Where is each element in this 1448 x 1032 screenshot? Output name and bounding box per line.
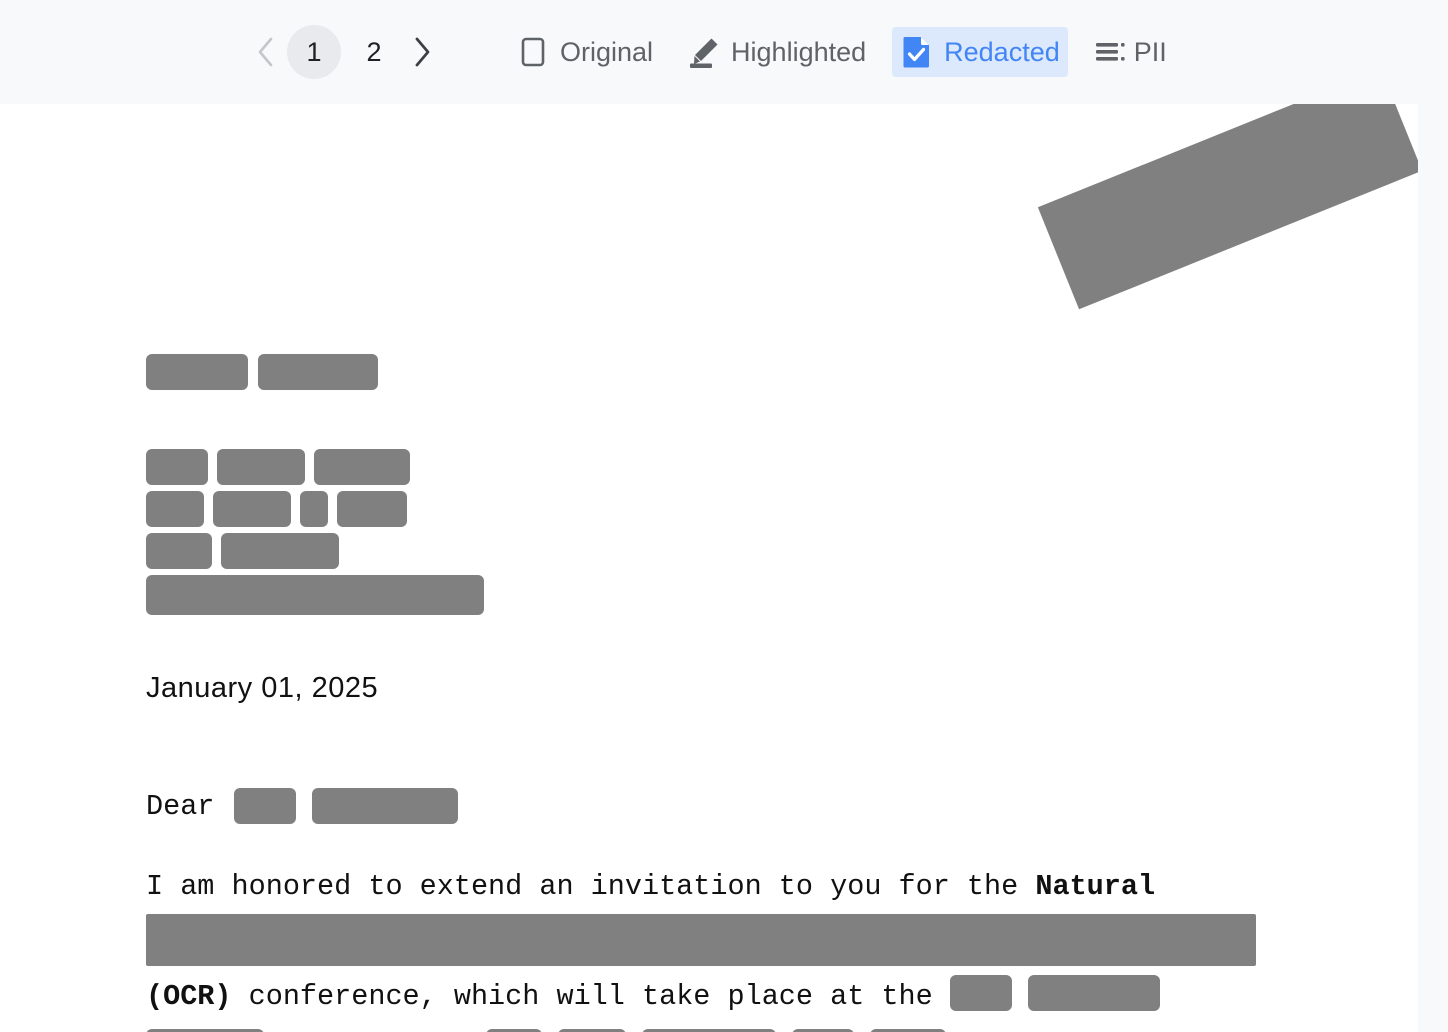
page-number-1[interactable]: 1 bbox=[287, 25, 341, 79]
redaction-block bbox=[314, 449, 410, 485]
redaction-block bbox=[146, 533, 212, 569]
salutation-prefix: Dear bbox=[146, 790, 215, 823]
paragraph-line-4: , located at , on March 15, bbox=[146, 1024, 1326, 1032]
page-right-gutter bbox=[1418, 104, 1448, 1032]
viewer-toolbar: 1 2 Original Highlighted Redacted PII bbox=[0, 0, 1448, 104]
redaction-block bbox=[300, 491, 328, 527]
redaction-block bbox=[217, 449, 305, 485]
address-row bbox=[146, 491, 493, 533]
address-row bbox=[146, 575, 493, 621]
document-page: January 01, 2025 Dear I am honored to ex… bbox=[0, 104, 1418, 1032]
document-outline-icon bbox=[516, 35, 550, 69]
mode-label-highlighted: Highlighted bbox=[731, 36, 867, 67]
mode-label-redacted: Redacted bbox=[944, 36, 1060, 67]
paragraph-line-3-text: conference, which will take place at the bbox=[231, 980, 950, 1013]
page-number-2[interactable]: 2 bbox=[347, 25, 401, 79]
chevron-left-icon[interactable] bbox=[248, 30, 284, 74]
redaction-block bbox=[258, 354, 378, 390]
redaction-block bbox=[213, 491, 291, 527]
redacted-stamp bbox=[1037, 104, 1418, 310]
chevron-right-icon[interactable] bbox=[404, 30, 440, 74]
redaction-block bbox=[221, 533, 339, 569]
letter-body: Dear I am honored to extend an invitatio… bbox=[146, 780, 1326, 1032]
redaction-viewer-app: 1 2 Original Highlighted Redacted PII Ja… bbox=[0, 0, 1448, 1032]
redaction-block bbox=[234, 788, 297, 825]
paragraph-line-1-text: I am honored to extend an invitation to … bbox=[146, 870, 1036, 903]
mode-button-highlighted[interactable]: Highlighted bbox=[679, 27, 874, 77]
redaction-block bbox=[949, 975, 1012, 1012]
mode-button-redacted[interactable]: Redacted bbox=[892, 27, 1068, 77]
redaction-block bbox=[146, 575, 484, 615]
sender-name-redactions bbox=[146, 354, 388, 390]
invitation-paragraph: I am honored to extend an invitation to … bbox=[146, 860, 1326, 1032]
document-check-icon bbox=[900, 35, 934, 69]
paragraph-line-1: I am honored to extend an invitation to … bbox=[146, 860, 1326, 914]
mode-label-original: Original bbox=[560, 36, 654, 67]
redaction-block-fullwidth bbox=[146, 914, 1256, 966]
mode-button-pii[interactable]: PII bbox=[1086, 27, 1175, 77]
address-row bbox=[146, 533, 493, 575]
document-content: January 01, 2025 Dear I am honored to ex… bbox=[0, 104, 1418, 1032]
pencil-marker-icon bbox=[687, 35, 721, 69]
paragraph-line-2 bbox=[146, 914, 1326, 970]
redaction-block bbox=[146, 354, 248, 390]
redaction-block bbox=[146, 449, 208, 485]
redaction-block bbox=[146, 491, 204, 527]
mode-button-original[interactable]: Original bbox=[508, 27, 661, 77]
redaction-block bbox=[337, 491, 407, 527]
redaction-block bbox=[1027, 975, 1160, 1012]
paragraph-line-1-bold: Natural bbox=[1035, 870, 1156, 903]
paragraph-line-3-bold: (OCR) bbox=[146, 980, 232, 1013]
salutation-line: Dear bbox=[146, 780, 1326, 834]
redaction-block bbox=[312, 788, 459, 825]
sender-address-redactions bbox=[146, 449, 493, 621]
view-mode-group: Original Highlighted Redacted PII bbox=[508, 27, 1175, 77]
mode-label-pii: PII bbox=[1133, 36, 1167, 67]
pagination-control: 1 2 bbox=[248, 25, 440, 79]
letter-date: January 01, 2025 bbox=[146, 672, 379, 704]
address-row bbox=[146, 449, 493, 491]
paragraph-line-3: (OCR) conference, which will take place … bbox=[146, 970, 1326, 1024]
list-lines-icon bbox=[1094, 35, 1128, 69]
